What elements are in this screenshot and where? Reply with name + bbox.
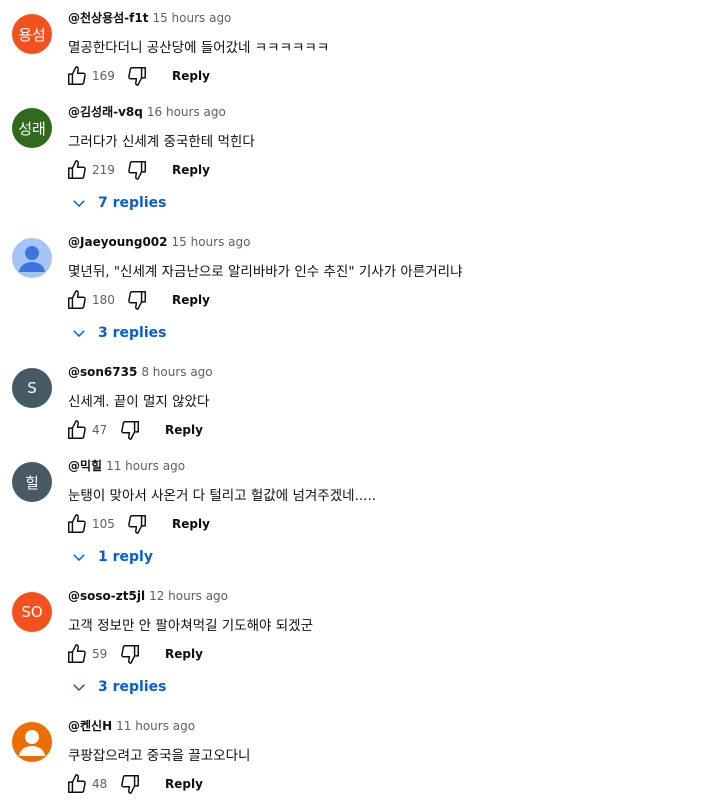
reply-button[interactable]: Reply xyxy=(172,517,210,531)
like-count: 48 xyxy=(92,777,108,791)
comment-actions: 219 Reply xyxy=(66,159,366,183)
thumbs-down-icon[interactable] xyxy=(119,773,141,795)
comment-actions: 169 Reply xyxy=(66,65,366,89)
like-count: 219 xyxy=(92,163,115,177)
reply-button[interactable]: Reply xyxy=(172,69,210,83)
reply-button[interactable]: Reply xyxy=(165,423,203,437)
timestamp[interactable]: 11 hours ago xyxy=(106,459,185,473)
comment-actions: 59 Reply xyxy=(66,643,366,667)
author-name[interactable]: @김성래-v8q xyxy=(68,105,143,119)
reply-button[interactable]: Reply xyxy=(165,647,203,661)
like-count: 47 xyxy=(92,423,108,437)
timestamp[interactable]: 16 hours ago xyxy=(147,105,226,119)
author-name[interactable]: @믹힐 xyxy=(68,459,102,473)
like-count: 169 xyxy=(92,69,115,83)
comment-text: 눈탱이 맞아서 사온거 다 털리고 헐값에 넘겨주겠네..... xyxy=(68,488,377,504)
comment-text: 신세계. 끝이 멀지 않았다 xyxy=(68,394,210,410)
reply-button[interactable]: Reply xyxy=(172,293,210,307)
avatar[interactable]: 힐 xyxy=(12,462,52,502)
view-replies-button[interactable]: 3 replies xyxy=(70,676,166,698)
comment-text: 몇년뒤, "신세계 자금난으로 알리바바가 인수 추진" 기사가 아른거리냐 xyxy=(68,264,463,280)
timestamp[interactable]: 11 hours ago xyxy=(116,719,195,733)
chevron-down-icon xyxy=(73,330,85,338)
view-replies-button[interactable]: 7 replies xyxy=(70,192,166,214)
reply-button[interactable]: Reply xyxy=(172,163,210,177)
comment-actions: 47 Reply xyxy=(66,419,366,443)
like-count: 180 xyxy=(92,293,115,307)
thumbs-down-icon[interactable] xyxy=(126,65,148,87)
default-user-icon xyxy=(19,730,45,756)
comment-actions: 48 Reply xyxy=(66,773,366,797)
author-name[interactable]: @천상용섬-f1t xyxy=(68,11,148,25)
chevron-down-icon xyxy=(73,554,85,562)
comment-actions: 105 Reply xyxy=(66,513,366,537)
chevron-down-icon xyxy=(73,200,85,208)
thumbs-up-icon[interactable] xyxy=(66,159,88,181)
view-replies-button[interactable]: 1 reply xyxy=(70,546,153,568)
chevron-down-icon xyxy=(73,684,85,692)
timestamp[interactable]: 12 hours ago xyxy=(149,589,228,603)
avatar[interactable]: 성래 xyxy=(12,108,52,148)
comment-header: @Jaeyoung002 15 hours ago xyxy=(68,231,250,250)
comment-header: @son6735 8 hours ago xyxy=(68,361,213,380)
replies-count-label: 3 replies xyxy=(98,325,167,341)
replies-count-label: 1 reply xyxy=(98,549,153,565)
thumbs-down-icon[interactable] xyxy=(119,419,141,441)
thumbs-up-icon[interactable] xyxy=(66,65,88,87)
avatar[interactable]: S xyxy=(12,368,52,408)
comment-header: @천상용섬-f1t 15 hours ago xyxy=(68,7,231,26)
thumbs-down-icon[interactable] xyxy=(119,643,141,665)
thumbs-down-icon[interactable] xyxy=(126,159,148,181)
like-count: 105 xyxy=(92,517,115,531)
default-user-icon xyxy=(19,246,45,272)
comment-actions: 180 Reply xyxy=(66,289,366,313)
author-name[interactable]: @soso-zt5jl xyxy=(68,589,145,603)
avatar-initials: 힐 xyxy=(25,473,39,492)
comment-text: 고객 정보만 안 팔아쳐먹길 기도해야 되겠군 xyxy=(68,618,314,634)
thumbs-up-icon[interactable] xyxy=(66,289,88,311)
thumbs-up-icon[interactable] xyxy=(66,643,88,665)
thumbs-up-icon[interactable] xyxy=(66,419,88,441)
thumbs-down-icon[interactable] xyxy=(126,513,148,535)
like-count: 59 xyxy=(92,647,108,661)
thumbs-up-icon[interactable] xyxy=(66,513,88,535)
avatar-initials: S xyxy=(27,379,37,397)
avatar[interactable] xyxy=(12,722,52,762)
author-name[interactable]: @켄신H xyxy=(68,719,112,733)
timestamp[interactable]: 15 hours ago xyxy=(152,11,231,25)
comment-header: @soso-zt5jl 12 hours ago xyxy=(68,585,228,604)
thumbs-up-icon[interactable] xyxy=(66,773,88,795)
avatar[interactable] xyxy=(12,238,52,278)
comment-header: @켄신H 11 hours ago xyxy=(68,715,195,734)
avatar-initials: SO xyxy=(21,603,43,621)
comment-text: 그러다가 신세계 중국한테 먹힌다 xyxy=(68,134,255,150)
comment-header: @김성래-v8q 16 hours ago xyxy=(68,101,226,120)
thumbs-down-icon[interactable] xyxy=(126,289,148,311)
avatar[interactable]: 용섬 xyxy=(12,14,52,54)
author-name[interactable]: @son6735 xyxy=(68,365,137,379)
comment-text: 쿠팡잡으려고 중국을 끌고오다니 xyxy=(68,748,251,764)
avatar[interactable]: SO xyxy=(12,592,52,632)
replies-count-label: 7 replies xyxy=(98,195,167,211)
replies-count-label: 3 replies xyxy=(98,679,167,695)
timestamp[interactable]: 8 hours ago xyxy=(141,365,212,379)
comment-text: 멸공한다더니 공산당에 들어갔네 ㅋㅋㅋㅋㅋㅋ xyxy=(68,40,330,56)
reply-button[interactable]: Reply xyxy=(165,777,203,791)
comment-header: @믹힐 11 hours ago xyxy=(68,455,185,474)
avatar-initials: 성래 xyxy=(18,119,46,138)
timestamp[interactable]: 15 hours ago xyxy=(172,235,251,249)
author-name[interactable]: @Jaeyoung002 xyxy=(68,235,168,249)
avatar-initials: 용섬 xyxy=(18,25,46,44)
view-replies-button[interactable]: 3 replies xyxy=(70,322,166,344)
